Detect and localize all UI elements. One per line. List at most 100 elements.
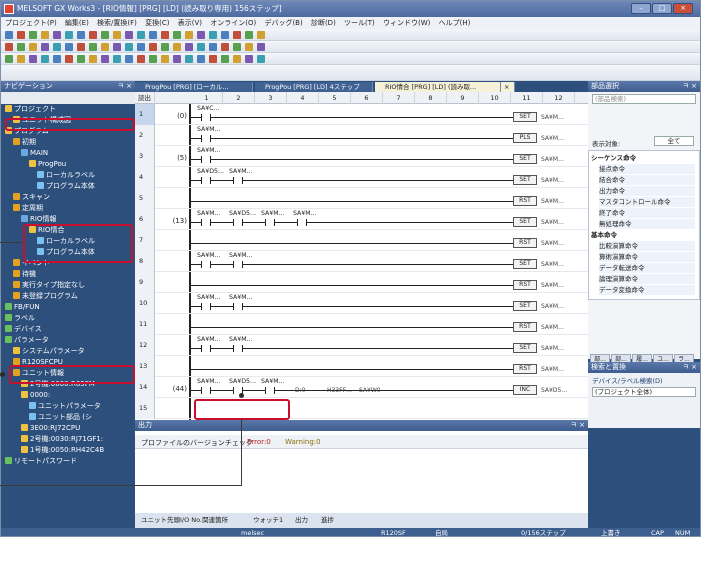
toolbar-icon[interactable] (113, 31, 121, 39)
parts-category[interactable]: 基本命令 (591, 230, 691, 240)
toolbar-icon[interactable] (233, 31, 241, 39)
tree-item[interactable]: プログラム本体 (1, 181, 135, 192)
toolbar-icon[interactable] (89, 31, 97, 39)
menu-diagnostics[interactable]: 診断(D) (311, 19, 336, 27)
toolbar-icon[interactable] (257, 31, 265, 39)
parts-item[interactable]: 出力命令 (599, 186, 695, 196)
toolbar-icon[interactable] (209, 55, 217, 63)
toolbar-icon[interactable] (125, 31, 133, 39)
contact-symbol[interactable] (233, 177, 243, 184)
toolbar-icon[interactable] (41, 43, 49, 51)
toolbar-icon[interactable] (221, 31, 229, 39)
tree-item[interactable]: リモートパスワード (1, 456, 135, 467)
tree-item[interactable]: 2号機:0030:RJ71GF1: (1, 434, 135, 445)
tree-item[interactable]: MAIN (1, 148, 135, 159)
menu-debug[interactable]: デバッグ(B) (264, 19, 302, 27)
toolbar-icon[interactable] (89, 43, 97, 51)
contact-symbol[interactable] (201, 177, 211, 184)
toolbar-icon[interactable] (257, 43, 265, 51)
toolbar-icon[interactable] (137, 31, 145, 39)
tree-item[interactable]: FB/FUN (1, 302, 135, 313)
tab-rio-ld[interactable]: RIO情合 [PRG] [LD] (読み取... (375, 82, 501, 92)
parts-display-select[interactable]: 全て (654, 136, 694, 146)
toolbar-icon[interactable] (209, 31, 217, 39)
toolbar-icon[interactable] (161, 43, 169, 51)
ladder-row[interactable]: 10 SA¥M… SA¥M… SET SA¥M… (135, 293, 588, 314)
toolbar-icon[interactable] (173, 31, 181, 39)
toolbar-icon[interactable] (125, 55, 133, 63)
ladder-row[interactable]: 5 RST SA¥M… (135, 188, 588, 209)
toolbar-icon[interactable] (197, 31, 205, 39)
toolbar-icon[interactable] (5, 43, 13, 51)
menu-view[interactable]: 表示(V) (178, 19, 202, 27)
toolbar-icon[interactable] (5, 31, 13, 39)
parts-search-input[interactable]: (部品検索) (592, 94, 696, 104)
toolbar-icon[interactable] (245, 31, 253, 39)
ladder-row[interactable]: 1 (0) SA¥C… SET SA¥M… (135, 104, 588, 125)
menu-online[interactable]: オンライン(O) (210, 19, 256, 27)
tree-item[interactable]: 未登録プログラム (1, 291, 135, 302)
toolbar-icon[interactable] (41, 31, 49, 39)
instruction-box[interactable]: SET (513, 217, 537, 227)
toolbar-icon[interactable] (221, 55, 229, 63)
instruction-box[interactable]: RST (513, 196, 537, 206)
tab-output[interactable]: 出力 (295, 513, 308, 528)
contact-symbol[interactable] (233, 303, 243, 310)
toolbar-icon[interactable] (233, 55, 241, 63)
ladder-row[interactable]: 8 SA¥M… SA¥M… SET SA¥M… (135, 251, 588, 272)
toolbar-icon[interactable] (77, 31, 85, 39)
parts-item[interactable]: マスタコントロール命令 (599, 197, 695, 207)
tree-item[interactable]: 待機 (1, 269, 135, 280)
tree-item[interactable]: スキャン (1, 192, 135, 203)
ladder-editor[interactable]: 読出し 123456789101112 1(0)SA¥C…SETSA¥M…2SA… (135, 92, 588, 420)
instruction-box[interactable]: SET (513, 343, 537, 353)
parts-item[interactable]: 結合命令 (599, 175, 695, 185)
toolbar-icon[interactable] (101, 31, 109, 39)
tree-item[interactable]: 0000: (1, 390, 135, 401)
toolbar-icon[interactable] (233, 43, 241, 51)
contact-symbol[interactable] (265, 387, 275, 394)
ladder-row[interactable]: 13 RST SA¥M… (135, 356, 588, 377)
toolbar-icon[interactable] (77, 43, 85, 51)
toolbar-icon[interactable] (197, 43, 205, 51)
instruction-box[interactable]: RST (513, 322, 537, 332)
contact-symbol[interactable] (201, 219, 211, 226)
toolbar-icon[interactable] (173, 55, 181, 63)
toolbar-icon[interactable] (53, 43, 61, 51)
toolbar-icon[interactable] (257, 55, 265, 63)
contact-symbol[interactable] (265, 219, 275, 226)
parts-category[interactable]: シーケンス命令 (591, 153, 691, 163)
tab-progpou-ld[interactable]: ProgPou [PRG] [LD] 4ステップ (255, 82, 373, 92)
contact-symbol[interactable] (201, 345, 211, 352)
toolbar-icon[interactable] (113, 43, 121, 51)
tree-item[interactable]: プロジェクト (1, 104, 135, 115)
contact-symbol[interactable] (233, 261, 243, 268)
toolbar-icon[interactable] (5, 55, 13, 63)
tree-item[interactable]: ローカルラベル (1, 170, 135, 181)
output-pin-close[interactable]: ㅋ × (570, 420, 585, 431)
contact-symbol[interactable] (233, 345, 243, 352)
toolbar-icon[interactable] (53, 31, 61, 39)
contact-symbol[interactable] (233, 219, 243, 226)
tree-item[interactable]: ラベル (1, 313, 135, 324)
toolbar-icon[interactable] (197, 55, 205, 63)
contact-symbol[interactable] (201, 303, 211, 310)
menu-help[interactable]: ヘルプ(H) (439, 19, 471, 27)
tree-item[interactable]: デバイス (1, 324, 135, 335)
parts-item[interactable]: 比較演算命令 (599, 241, 695, 251)
ladder-row[interactable]: 6 (13) SA¥M… SA¥D5… SA¥M… SA¥M… SET SA¥M… (135, 209, 588, 230)
toolbar-icon[interactable] (77, 55, 85, 63)
parts-item[interactable]: 接点命令 (599, 164, 695, 174)
toolbar-icon[interactable] (137, 43, 145, 51)
parts-item[interactable]: データ変換命令 (599, 285, 695, 295)
ladder-row[interactable]: 7 RST SA¥M… (135, 230, 588, 251)
tree-item[interactable]: パラメータ (1, 335, 135, 346)
menu-find-replace[interactable]: 検索/置換(F) (97, 19, 137, 27)
ladder-row[interactable]: 2 SA¥M… PLS SA¥M… (135, 125, 588, 146)
parts-item[interactable]: データ転送命令 (599, 263, 695, 273)
error-count-button[interactable]: Error:0 (247, 438, 271, 446)
toolbar-icon[interactable] (17, 55, 25, 63)
toolbar-icon[interactable] (185, 55, 193, 63)
toolbar-icon[interactable] (89, 55, 97, 63)
parts-item[interactable]: 無処理命令 (599, 219, 695, 229)
